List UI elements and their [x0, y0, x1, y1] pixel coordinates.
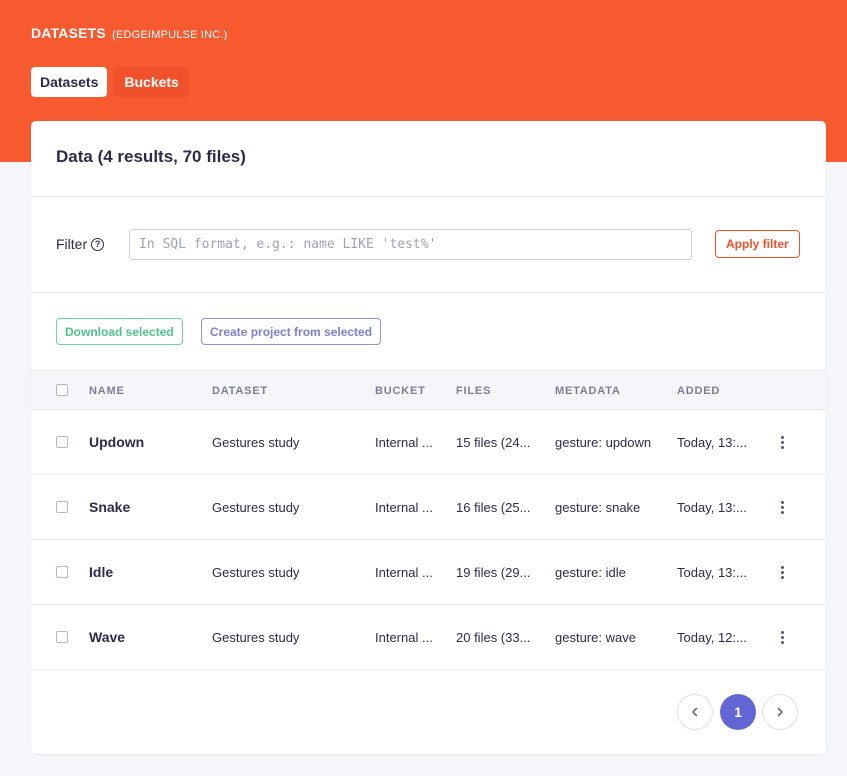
table-header: NAME DATASET BUCKET FILES METADATA ADDED [31, 370, 826, 410]
more-vertical-icon[interactable] [781, 501, 785, 514]
filter-row: Filter ? Apply filter [31, 197, 826, 293]
column-header-added[interactable]: ADDED [677, 385, 720, 397]
row-checkbox[interactable] [56, 566, 68, 578]
row-bucket: Internal ... [375, 435, 433, 450]
column-header-metadata[interactable]: METADATA [555, 385, 621, 397]
row-metadata: gesture: updown [555, 435, 652, 450]
apply-filter-button[interactable]: Apply filter [715, 230, 800, 258]
row-dataset: Gestures study [212, 500, 300, 515]
column-header-dataset[interactable]: DATASET [212, 385, 268, 397]
row-added: Today, 13:... [677, 435, 747, 450]
table-row[interactable]: Idle Gestures study Internal ... 19 file… [31, 540, 826, 605]
pagination-next-button[interactable] [762, 694, 798, 730]
more-vertical-icon[interactable] [781, 436, 785, 449]
filter-label: Filter ? [56, 236, 105, 252]
table-row[interactable]: Snake Gestures study Internal ... 16 fil… [31, 475, 826, 540]
row-metadata: gesture: snake [555, 500, 641, 515]
action-row: Download selected Create project from se… [31, 293, 826, 370]
page-title-text: DATASETS [31, 25, 106, 41]
table-row[interactable]: Wave Gestures study Internal ... 20 file… [31, 605, 826, 670]
row-bucket: Internal ... [375, 630, 433, 645]
row-files: 15 files (24... [456, 435, 531, 450]
row-name[interactable]: Idle [89, 564, 113, 580]
create-project-button[interactable]: Create project from selected [201, 318, 382, 345]
row-files: 20 files (33... [456, 630, 531, 645]
row-added: Today, 13:... [677, 565, 747, 580]
filter-label-text: Filter [56, 236, 88, 252]
row-name[interactable]: Snake [89, 499, 130, 515]
question-circle-icon[interactable]: ? [91, 237, 105, 251]
row-name[interactable]: Wave [89, 629, 125, 645]
org-name: (EDGEIMPULSE INC.) [112, 29, 228, 41]
tab-datasets[interactable]: Datasets [31, 67, 108, 97]
download-selected-button[interactable]: Download selected [56, 318, 183, 345]
table-row[interactable]: Updown Gestures study Internal ... 15 fi… [31, 410, 826, 475]
more-vertical-icon[interactable] [781, 631, 785, 644]
row-dataset: Gestures study [212, 630, 300, 645]
row-dataset: Gestures study [212, 435, 300, 450]
row-files: 19 files (29... [456, 565, 531, 580]
data-card: Data (4 results, 70 files) Filter ? Appl… [31, 121, 826, 754]
column-header-name[interactable]: NAME [89, 385, 125, 397]
more-vertical-icon[interactable] [781, 566, 785, 579]
tab-buckets[interactable]: Buckets [114, 67, 189, 97]
row-bucket: Internal ... [375, 565, 433, 580]
pagination-prev-button[interactable] [677, 694, 713, 730]
table-body: Updown Gestures study Internal ... 15 fi… [31, 410, 826, 670]
chevron-left-icon [692, 707, 698, 717]
row-files: 16 files (25... [456, 500, 531, 515]
row-bucket: Internal ... [375, 500, 433, 515]
row-added: Today, 12:... [677, 630, 747, 645]
column-header-bucket[interactable]: BUCKET [375, 385, 426, 397]
column-header-files[interactable]: FILES [456, 385, 491, 397]
row-added: Today, 13:... [677, 500, 747, 515]
page-title: DATASETS (EDGEIMPULSE INC.) [31, 25, 228, 41]
chevron-right-icon [777, 707, 783, 717]
card-header: Data (4 results, 70 files) [31, 121, 826, 197]
tab-bar: Datasets Buckets [31, 67, 189, 97]
row-metadata: gesture: idle [555, 565, 626, 580]
row-metadata: gesture: wave [555, 630, 636, 645]
row-checkbox[interactable] [56, 631, 68, 643]
pagination-current-page[interactable]: 1 [720, 694, 756, 730]
row-checkbox[interactable] [56, 501, 68, 513]
card-title: Data (4 results, 70 files) [56, 147, 246, 166]
row-dataset: Gestures study [212, 565, 300, 580]
row-checkbox[interactable] [56, 436, 68, 448]
select-all-checkbox[interactable] [56, 384, 68, 396]
filter-input[interactable] [129, 229, 692, 260]
row-name[interactable]: Updown [89, 434, 144, 450]
